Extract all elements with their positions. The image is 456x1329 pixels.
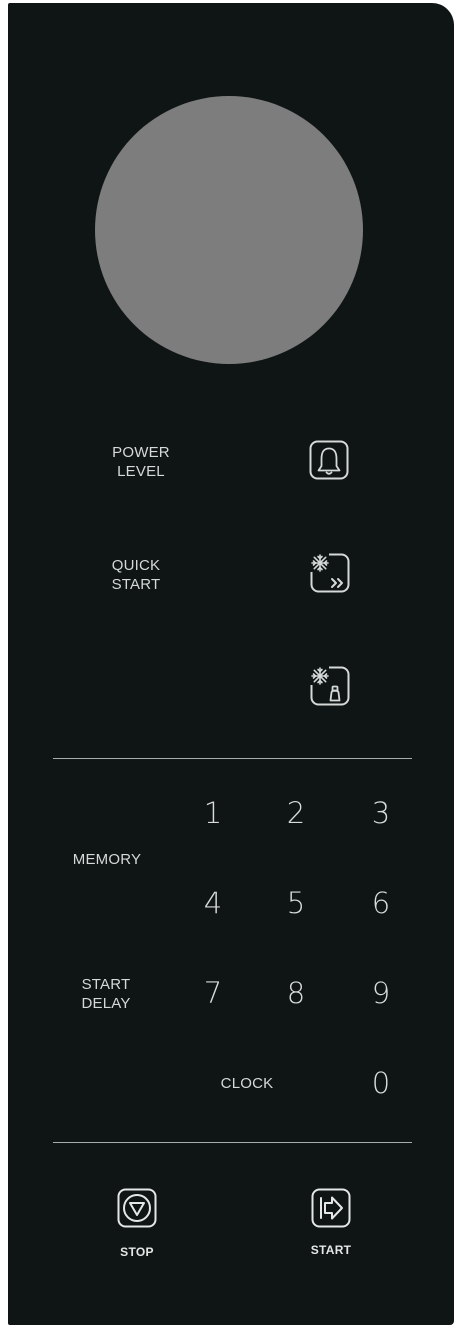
- quick-start-button[interactable]: QUICK START: [91, 556, 181, 594]
- start-button[interactable]: [311, 1188, 351, 1228]
- snowflake-weight-icon: [310, 666, 350, 706]
- time-defrost-button[interactable]: [310, 553, 350, 593]
- stop-button[interactable]: [117, 1188, 157, 1228]
- digit-8-button[interactable]: 8: [276, 976, 316, 1010]
- snowflake-fast-forward-icon: [310, 553, 350, 593]
- start-delay-button[interactable]: START DELAY: [61, 975, 151, 1013]
- start-arrow-icon: [311, 1188, 351, 1228]
- digit-1-button[interactable]: 1: [193, 796, 233, 830]
- divider-top: [53, 758, 412, 759]
- timer-button[interactable]: [309, 440, 349, 480]
- divider-bottom: [53, 1142, 412, 1143]
- digit-0-button[interactable]: 0: [361, 1066, 401, 1100]
- start-label: START: [310, 1243, 352, 1257]
- power-level-button[interactable]: POWER LEVEL: [96, 443, 186, 481]
- digit-6-button[interactable]: 6: [361, 886, 401, 920]
- stop-icon: [117, 1188, 157, 1228]
- digit-5-button[interactable]: 5: [276, 886, 316, 920]
- digit-7-button[interactable]: 7: [193, 976, 233, 1010]
- digit-3-button[interactable]: 3: [361, 796, 401, 830]
- memory-button[interactable]: MEMORY: [62, 850, 152, 869]
- display-window: [95, 96, 363, 364]
- digit-2-button[interactable]: 2: [276, 796, 316, 830]
- clock-button[interactable]: CLOCK: [202, 1074, 292, 1093]
- digit-9-button[interactable]: 9: [361, 976, 401, 1010]
- digit-4-button[interactable]: 4: [193, 886, 233, 920]
- weight-defrost-button[interactable]: [310, 666, 350, 706]
- stop-label: STOP: [120, 1245, 154, 1259]
- bell-icon: [309, 440, 349, 480]
